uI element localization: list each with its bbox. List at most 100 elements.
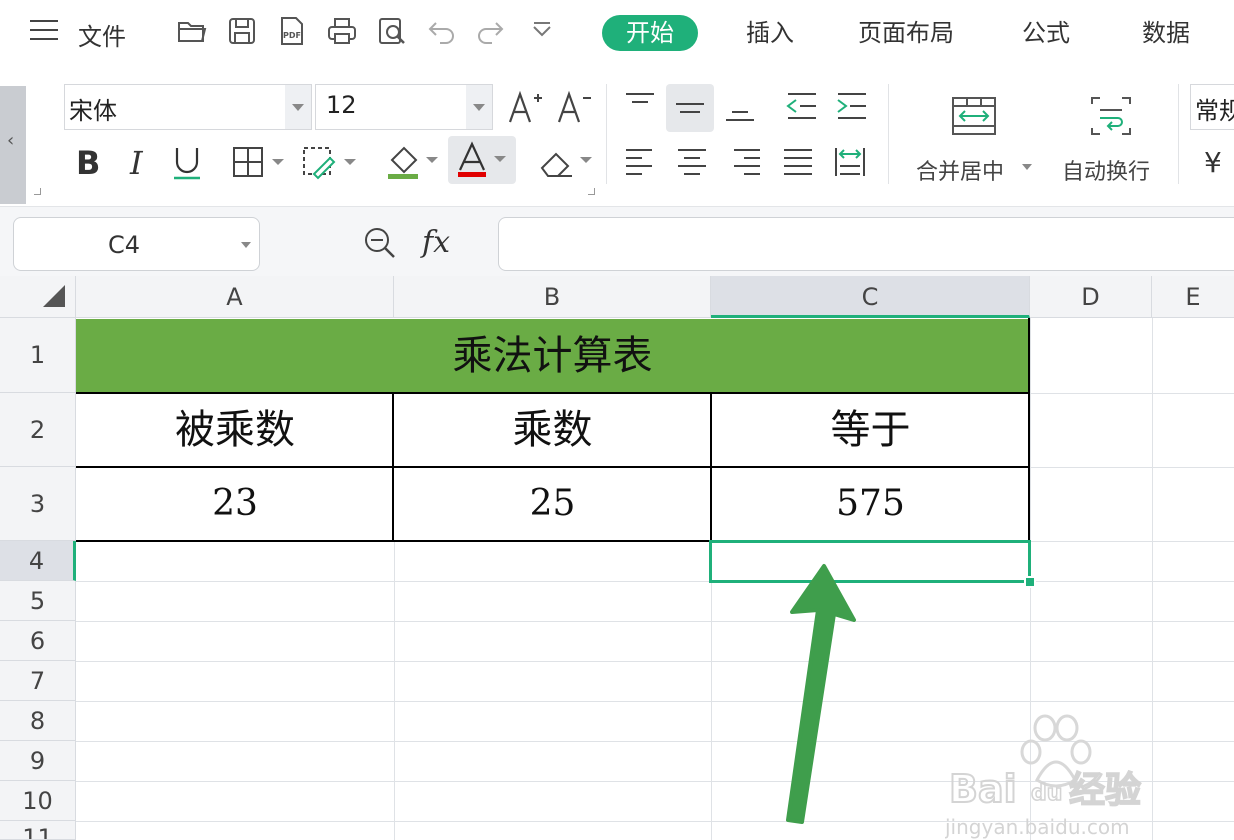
export-pdf-icon[interactable]: PDF bbox=[276, 15, 308, 47]
grid-line bbox=[1030, 393, 1234, 394]
increase-font-size-icon[interactable] bbox=[506, 88, 546, 128]
svg-text:B: B bbox=[76, 144, 100, 182]
open-folder-icon[interactable] bbox=[176, 15, 208, 47]
cell-a2[interactable]: 被乘数 bbox=[76, 393, 394, 467]
merge-center-icon[interactable] bbox=[950, 94, 998, 138]
grid-line bbox=[394, 541, 395, 840]
tab-formulas[interactable]: 公式 bbox=[1022, 15, 1070, 51]
font-color-icon bbox=[458, 141, 506, 177]
increase-indent-icon[interactable] bbox=[834, 88, 870, 124]
cell-a3[interactable]: 23 bbox=[76, 467, 394, 541]
svg-text:jingyan.baidu.com: jingyan.baidu.com bbox=[945, 815, 1130, 839]
table-border bbox=[76, 466, 1030, 468]
borders-icon[interactable] bbox=[230, 144, 290, 180]
spreadsheet-grid: A B C D E 1 2 3 4 5 6 7 8 9 10 11 乘法计算表 … bbox=[0, 276, 1234, 840]
row-header-10[interactable]: 10 bbox=[0, 781, 76, 821]
svg-text:I: I bbox=[129, 144, 144, 182]
name-box[interactable]: C4 bbox=[13, 217, 260, 271]
row-header-1[interactable]: 1 bbox=[0, 318, 76, 393]
ribbon-separator bbox=[888, 84, 889, 184]
grid-line bbox=[76, 581, 1234, 582]
align-bottom-icon[interactable] bbox=[722, 88, 758, 124]
align-top-icon[interactable] bbox=[622, 88, 658, 124]
clear-format-eraser-icon[interactable] bbox=[536, 142, 596, 182]
ribbon-separator bbox=[606, 84, 607, 184]
undo-icon[interactable] bbox=[426, 15, 458, 47]
column-header-d[interactable]: D bbox=[1030, 276, 1152, 318]
cell-c3[interactable]: 575 bbox=[711, 467, 1030, 541]
row-header-11[interactable]: 11 bbox=[0, 821, 76, 840]
save-icon[interactable] bbox=[226, 15, 258, 47]
tab-insert[interactable]: 插入 bbox=[746, 15, 794, 51]
ribbon-scroll-left-button[interactable]: ‹ bbox=[0, 86, 26, 204]
row-header-3[interactable]: 3 bbox=[0, 467, 76, 541]
font-name-dropdown-icon[interactable] bbox=[285, 85, 311, 129]
menu-bar: 文件 PDF 开始 插入 页面布局 公式 数据 bbox=[0, 0, 1234, 64]
justify-icon[interactable] bbox=[780, 144, 816, 180]
bold-icon[interactable]: B bbox=[72, 142, 106, 182]
row-header-6[interactable]: 6 bbox=[0, 621, 76, 661]
font-name-value: 宋体 bbox=[69, 97, 117, 125]
align-left-icon[interactable] bbox=[622, 144, 658, 180]
column-header-e[interactable]: E bbox=[1152, 276, 1234, 318]
fill-handle[interactable] bbox=[1024, 576, 1036, 588]
align-center-icon[interactable] bbox=[674, 144, 710, 180]
title-cell-a1[interactable]: 乘法计算表 bbox=[76, 319, 1029, 393]
customize-toolbar-icon[interactable] bbox=[526, 15, 558, 47]
font-color-button[interactable] bbox=[448, 136, 516, 184]
redo-icon[interactable] bbox=[474, 15, 506, 47]
align-middle-button[interactable] bbox=[666, 84, 714, 132]
row-header-5[interactable]: 5 bbox=[0, 581, 76, 621]
merge-center-dropdown-icon[interactable] bbox=[1020, 160, 1034, 174]
font-name-select[interactable]: 宋体 bbox=[64, 84, 312, 130]
dialog-launcher-icon[interactable] bbox=[34, 188, 41, 195]
table-border bbox=[76, 392, 1030, 394]
decrease-font-size-icon[interactable] bbox=[555, 88, 595, 128]
file-menu[interactable]: 文件 bbox=[78, 17, 126, 52]
distributed-align-icon[interactable] bbox=[832, 144, 868, 180]
tab-data[interactable]: 数据 bbox=[1142, 15, 1190, 51]
tab-home[interactable]: 开始 bbox=[602, 15, 698, 51]
formula-bar: C4 fx bbox=[0, 206, 1234, 276]
insert-function-button[interactable]: fx bbox=[422, 225, 450, 260]
hamburger-menu-icon[interactable] bbox=[30, 20, 58, 42]
underline-icon[interactable] bbox=[170, 142, 204, 182]
align-right-icon[interactable] bbox=[728, 144, 764, 180]
draw-borders-icon[interactable] bbox=[300, 144, 360, 180]
ribbon-toolbar: ‹ 宋体 12 B I 合并居中 自动换行 常规 ¥ bbox=[0, 64, 1234, 206]
row-header-4[interactable]: 4 bbox=[0, 541, 76, 581]
decrease-indent-icon[interactable] bbox=[784, 88, 820, 124]
column-header-a[interactable]: A bbox=[76, 276, 394, 318]
fill-color-icon[interactable] bbox=[384, 142, 444, 182]
column-header-c[interactable]: C bbox=[711, 276, 1030, 318]
cell-b2[interactable]: 乘数 bbox=[394, 393, 711, 467]
cell-reference: C4 bbox=[107, 231, 141, 259]
font-size-dropdown-icon[interactable] bbox=[466, 85, 492, 129]
grid-line bbox=[76, 621, 1234, 622]
print-preview-icon[interactable] bbox=[376, 15, 408, 47]
formula-input[interactable] bbox=[498, 217, 1234, 271]
print-icon[interactable] bbox=[326, 15, 358, 47]
zoom-search-icon[interactable] bbox=[362, 225, 398, 261]
selected-cell-c4[interactable] bbox=[709, 540, 1031, 583]
select-all-button[interactable] bbox=[0, 276, 76, 318]
wrap-text-button[interactable]: 自动换行 bbox=[1062, 154, 1150, 186]
italic-icon[interactable]: I bbox=[124, 142, 154, 182]
number-format-select[interactable]: 常规 bbox=[1190, 84, 1234, 130]
column-header-b[interactable]: B bbox=[394, 276, 711, 318]
tab-page-layout[interactable]: 页面布局 bbox=[858, 15, 954, 51]
wrap-text-icon[interactable] bbox=[1088, 94, 1134, 138]
table-border bbox=[1028, 318, 1030, 542]
row-header-7[interactable]: 7 bbox=[0, 661, 76, 701]
merge-center-button[interactable]: 合并居中 bbox=[916, 154, 1004, 186]
number-format-value: 常规 bbox=[1195, 97, 1234, 125]
row-header-8[interactable]: 8 bbox=[0, 701, 76, 741]
font-size-select[interactable]: 12 bbox=[315, 84, 493, 130]
font-dialog-launcher-icon[interactable] bbox=[588, 188, 595, 195]
currency-format-button[interactable]: ¥ bbox=[1204, 146, 1222, 179]
cell-c2[interactable]: 等于 bbox=[711, 393, 1030, 467]
annotation-arrow-icon bbox=[786, 564, 856, 824]
row-header-9[interactable]: 9 bbox=[0, 741, 76, 781]
cell-b3[interactable]: 25 bbox=[394, 467, 711, 541]
row-header-2[interactable]: 2 bbox=[0, 393, 76, 467]
